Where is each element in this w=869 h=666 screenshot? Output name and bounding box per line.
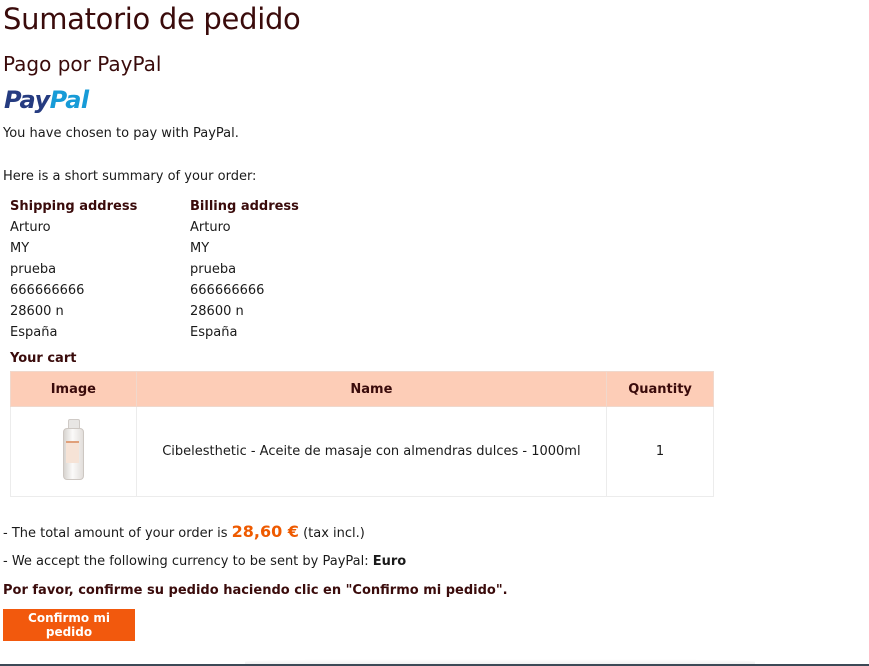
page-title: Sumatorio de pedido: [3, 2, 301, 36]
shipping-address-line: Arturo: [10, 220, 51, 235]
billing-address-line: Arturo: [190, 220, 231, 235]
cart-header-row: Image Name Quantity: [10, 371, 714, 407]
order-total-amount: 28,60 €: [231, 522, 299, 541]
billing-address-line: 666666666: [190, 283, 265, 298]
billing-address-line: MY: [190, 241, 210, 256]
shipping-address-line: 666666666: [10, 283, 85, 298]
shipping-address-line: prueba: [10, 262, 57, 277]
billing-address-line: España: [190, 325, 238, 340]
shipping-address-line: 28600 n: [10, 304, 64, 319]
currency-line: - We accept the following currency to be…: [3, 554, 406, 569]
billing-address-heading: Billing address: [190, 199, 299, 214]
cart-table: Image Name Quantity Cibelesthetic - Acei…: [10, 371, 714, 497]
cart-row: Cibelesthetic - Aceite de masaje con alm…: [10, 406, 714, 497]
billing-address: Billing address Arturo MY prueba 6666666…: [190, 196, 299, 343]
confirm-order-button[interactable]: Confirmo mi pedido: [3, 609, 135, 641]
shipping-address-heading: Shipping address: [10, 199, 138, 214]
billing-address-line: 28600 n: [190, 304, 244, 319]
column-header-name: Name: [135, 371, 608, 407]
billing-address-line: prueba: [190, 262, 237, 277]
column-header-image: Image: [10, 371, 137, 407]
shipping-address-line: MY: [10, 241, 30, 256]
cart-heading: Your cart: [10, 351, 77, 366]
order-total-prefix: - The total amount of your order is: [3, 526, 232, 541]
order-total-line: - The total amount of your order is 28,6…: [3, 522, 365, 541]
paypal-logo-pay: Pay: [4, 86, 50, 114]
page-subtitle: Pago por PayPal: [3, 52, 162, 76]
order-summary-text: Here is a short summary of your order:: [3, 169, 257, 184]
product-name: Cibelesthetic - Aceite de masaje con alm…: [135, 406, 608, 497]
currency-value: Euro: [372, 554, 407, 569]
paypal-logo: PayPal: [4, 86, 89, 114]
product-bottle-icon: [61, 418, 85, 481]
paypal-logo-pal: Pal: [49, 86, 89, 114]
product-image-cell: [10, 406, 137, 497]
currency-prefix: - We accept the following currency to be…: [3, 554, 373, 569]
column-header-quantity: Quantity: [606, 371, 714, 407]
shipping-address-line: España: [10, 325, 58, 340]
shipping-address: Shipping address Arturo MY prueba 666666…: [10, 196, 137, 343]
product-quantity: 1: [606, 406, 714, 497]
order-total-suffix: (tax incl.): [298, 526, 365, 541]
payment-method-text: You have chosen to pay with PayPal.: [3, 126, 239, 141]
confirm-instruction: Por favor, confirme su pedido haciendo c…: [3, 583, 508, 598]
